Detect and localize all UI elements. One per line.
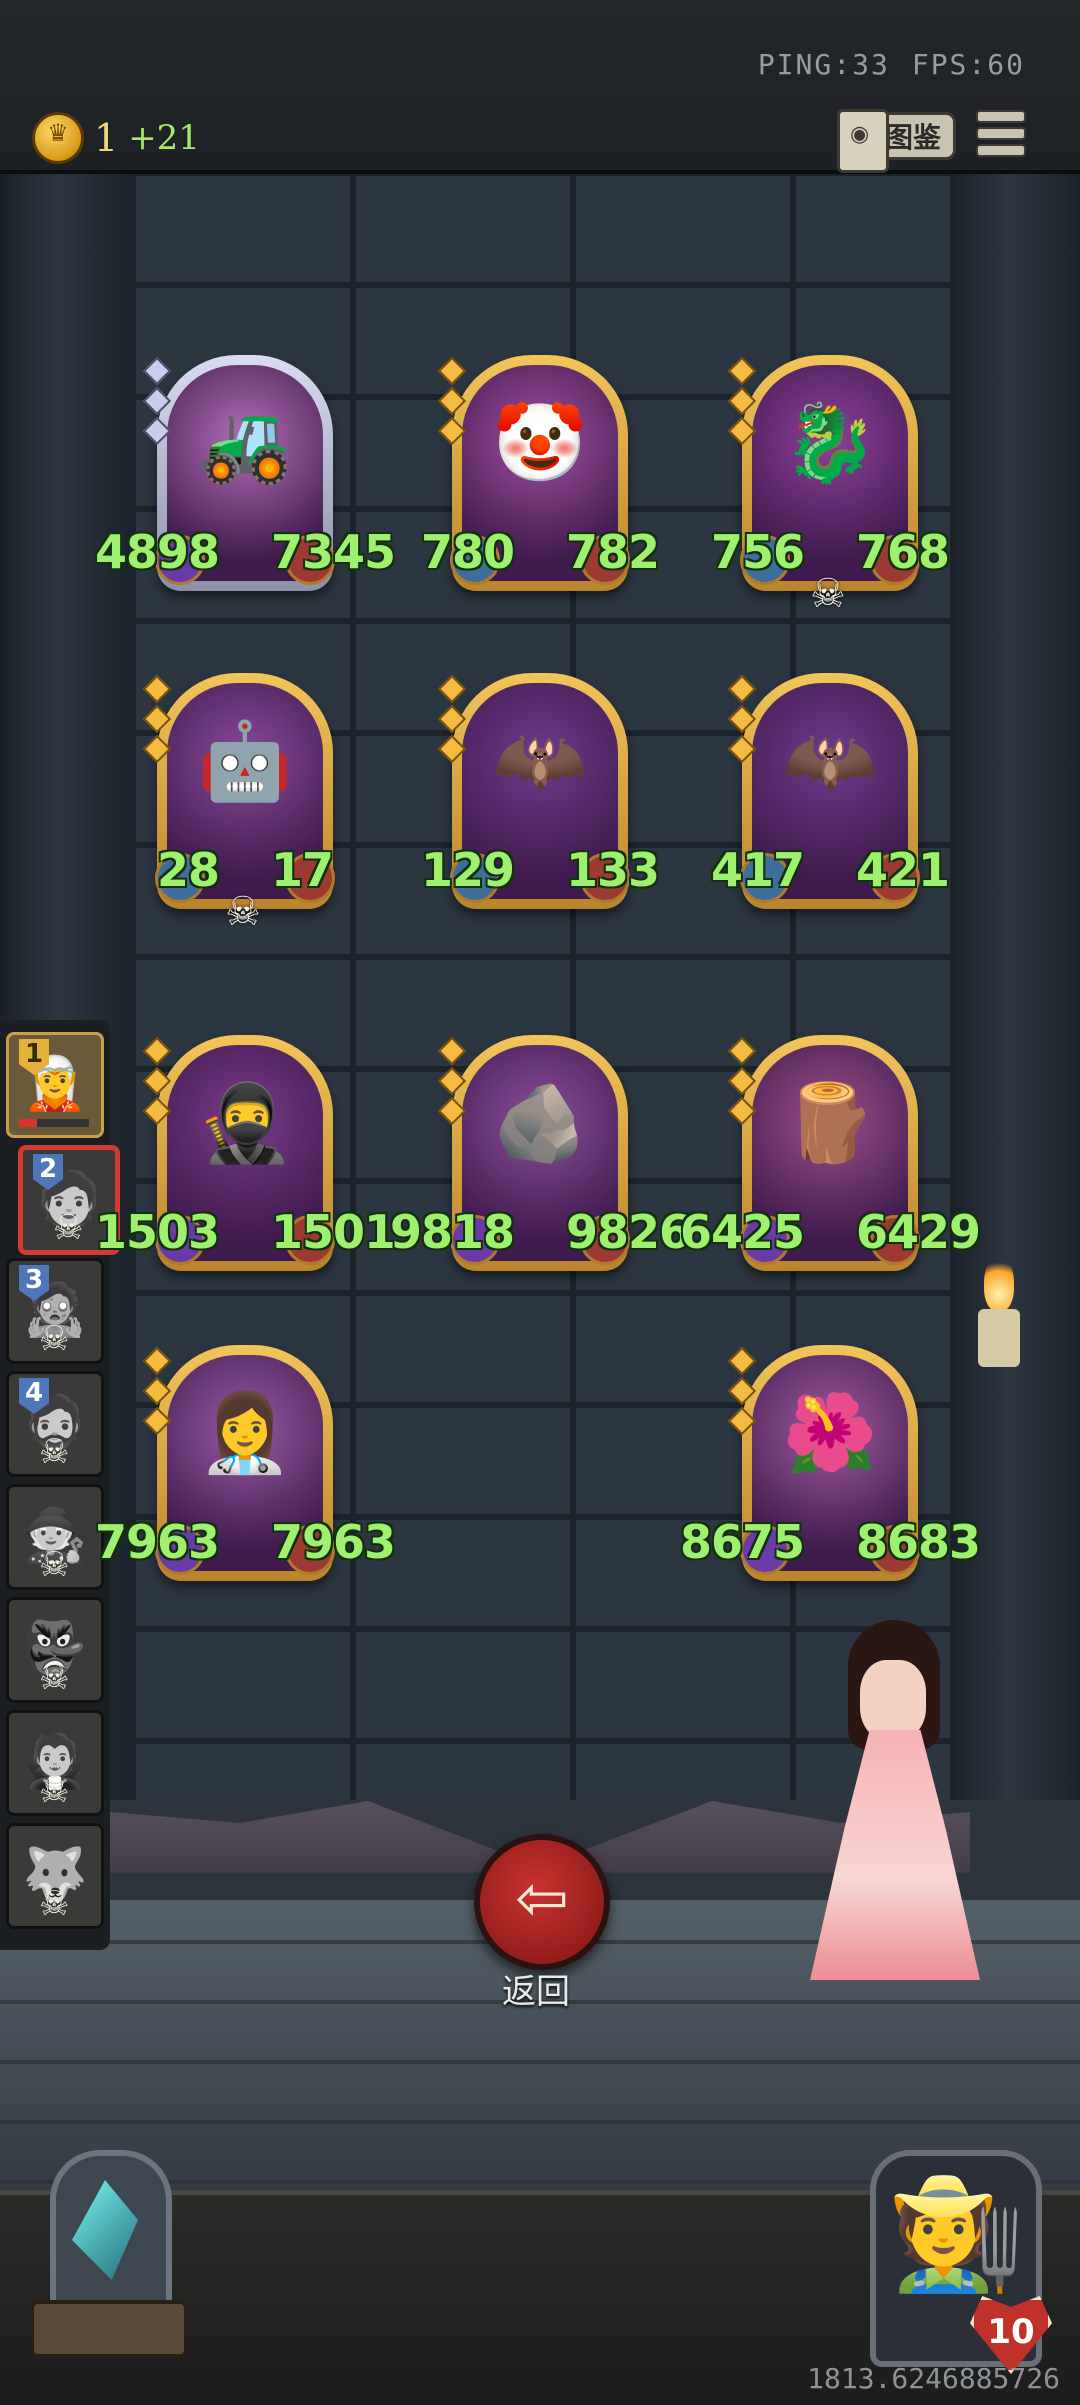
flower-elf-portrait-icon: 🌺 — [782, 1388, 878, 1477]
crystal-portal-icon[interactable] — [30, 2150, 188, 2358]
card-attack-value: 7963 — [94, 1515, 220, 1569]
card-health-value: 421 — [856, 843, 950, 897]
enemy-card-medic-woman[interactable]: 👩‍⚕️ 7963 7963 — [95, 1345, 396, 1581]
npc-lady-in-pink-dress[interactable] — [800, 1620, 1000, 1980]
coin-count: 1 — [94, 116, 119, 160]
hero-face-icon: 🧑‍🌾 — [887, 2169, 1025, 2297]
roster-slot[interactable]: 🧔 4 ☠ — [6, 1371, 104, 1477]
star-rank-icon — [142, 1036, 172, 1131]
coin-counter: 1 +21 — [32, 112, 200, 164]
card-attack-value: 6425 — [679, 1205, 805, 1259]
unit-health-bar — [19, 1119, 89, 1127]
top-hud: PING:33 FPS:60 1 +21 图鉴 — [0, 0, 1080, 174]
enemy-card-shadow-wyvern[interactable]: 🦇 129 133 — [421, 673, 660, 909]
skull-icon: ☠ — [53, 1208, 84, 1248]
coordinate-readout: 1813.6246885726 — [807, 2362, 1060, 2395]
card-attack-value: 780 — [420, 525, 515, 579]
card-health-value: 1501 — [271, 1205, 396, 1259]
star-rank-icon — [142, 674, 172, 769]
star-rank-icon — [142, 1346, 172, 1441]
card-health-value: 6429 — [856, 1205, 981, 1259]
star-rank-icon — [437, 356, 467, 451]
skull-icon: ☠ — [39, 1319, 70, 1359]
skull-icon: ☠ — [39, 1658, 70, 1698]
card-attack-value: 8675 — [679, 1515, 805, 1569]
fire-dragon-portrait-icon: 🐉 — [782, 398, 878, 487]
skull-icon: ☠ — [39, 1545, 70, 1585]
back-arrow-icon: ⇦ — [515, 1862, 569, 1936]
torch-icon — [970, 1255, 1030, 1367]
card-health-value: 768 — [856, 525, 950, 579]
skull-icon: ☠ — [225, 889, 261, 935]
jester-clown-portrait-icon: 🤡 — [492, 398, 588, 487]
gold-coin-icon — [32, 112, 84, 164]
skull-icon: ☠ — [39, 1432, 70, 1472]
star-rank-icon — [142, 356, 172, 451]
enemy-card-jester-clown[interactable]: 🤡 780 782 — [421, 355, 660, 591]
mech-cart-gang-portrait-icon: 🚜 — [197, 398, 293, 487]
card-health-value: 7963 — [271, 1515, 396, 1569]
card-attack-value: 129 — [420, 843, 515, 897]
card-attack-value: 1503 — [94, 1205, 220, 1259]
skull-icon: ☠ — [810, 571, 846, 617]
roster-slot[interactable]: 🧝 1 — [6, 1032, 104, 1138]
card-health-value: 7345 — [271, 525, 396, 579]
enemy-card-tree-ent[interactable]: 🪵 6425 6429 — [680, 1035, 981, 1271]
roster-slot[interactable]: 🐺 ☠ — [6, 1823, 104, 1929]
card-health-value: 133 — [566, 843, 660, 897]
codex-button[interactable]: 图鉴 — [837, 109, 956, 173]
medic-woman-portrait-icon: 👩‍⚕️ — [197, 1388, 293, 1477]
star-rank-icon — [437, 674, 467, 769]
ping-readout: PING:33 — [757, 48, 890, 81]
roster-slot[interactable]: 👺 ☠ — [6, 1597, 104, 1703]
card-health-value: 782 — [566, 525, 660, 579]
back-button[interactable]: ⇦ — [474, 1834, 610, 1970]
enemy-card-hooded-ninja[interactable]: 🥷 1503 1501 — [95, 1035, 396, 1271]
card-health-value: 8683 — [856, 1515, 981, 1569]
card-health-value: 17 — [271, 843, 334, 897]
roster-slot[interactable]: 🧛 ☠ — [6, 1710, 104, 1816]
card-attack-value: 4898 — [94, 525, 220, 579]
star-rank-icon — [437, 1036, 467, 1131]
network-status: PING:33 FPS:60 — [736, 48, 1025, 81]
book-icon — [837, 109, 889, 173]
rock-blob-portrait-icon: 🪨 — [492, 1078, 588, 1167]
codex-label: 图鉴 — [884, 121, 941, 154]
roster-slot[interactable]: 🧙 ☠ — [6, 1484, 104, 1590]
card-health-value: 9826 — [566, 1205, 691, 1259]
robot-golem-portrait-icon: 🤖 — [197, 716, 293, 805]
skull-icon: ☠ — [39, 1771, 70, 1811]
hamburger-menu-icon[interactable] — [976, 110, 1026, 160]
star-rank-icon — [727, 356, 757, 451]
shadow-wyvern-2-portrait-icon: 🦇 — [782, 716, 878, 805]
star-rank-icon — [727, 674, 757, 769]
enemy-card-mech-cart-gang[interactable]: 🚜 4898 7345 — [95, 355, 396, 591]
shadow-wyvern-portrait-icon: 🦇 — [492, 716, 588, 805]
star-rank-icon — [727, 1346, 757, 1441]
enemy-card-flower-elf[interactable]: 🌺 8675 8683 — [680, 1345, 981, 1581]
roster-slot[interactable]: 🧟 3 ☠ — [6, 1258, 104, 1364]
card-attack-value: 417 — [710, 843, 805, 897]
back-label: 返回 — [502, 1972, 570, 2012]
card-attack-value: 9818 — [389, 1205, 515, 1259]
enemy-card-fire-dragon[interactable]: 🐉 756 768 ☠ — [711, 355, 950, 617]
coin-gain: +21 — [128, 118, 200, 158]
star-rank-icon — [727, 1036, 757, 1131]
team-roster: 🧝 1 🧑 2 ☠ 🧟 3 ☠ 🧔 4 ☠ 🧙 ☠ 👺 ☠ 🧛 ☠ 🐺 ☠ — [0, 1020, 120, 1950]
enemy-card-shadow-wyvern-2[interactable]: 🦇 417 421 — [711, 673, 950, 909]
skull-icon: ☠ — [39, 1884, 70, 1924]
hooded-ninja-portrait-icon: 🥷 — [197, 1078, 293, 1167]
enemy-card-robot-golem[interactable]: 🤖 28 17 ☠ — [142, 673, 335, 935]
fps-readout: FPS:60 — [911, 48, 1025, 81]
enemy-card-rock-blob[interactable]: 🪨 9818 9826 — [390, 1035, 691, 1271]
tree-ent-portrait-icon: 🪵 — [782, 1078, 878, 1167]
card-attack-value: 28 — [156, 843, 220, 897]
card-attack-value: 756 — [710, 525, 805, 579]
